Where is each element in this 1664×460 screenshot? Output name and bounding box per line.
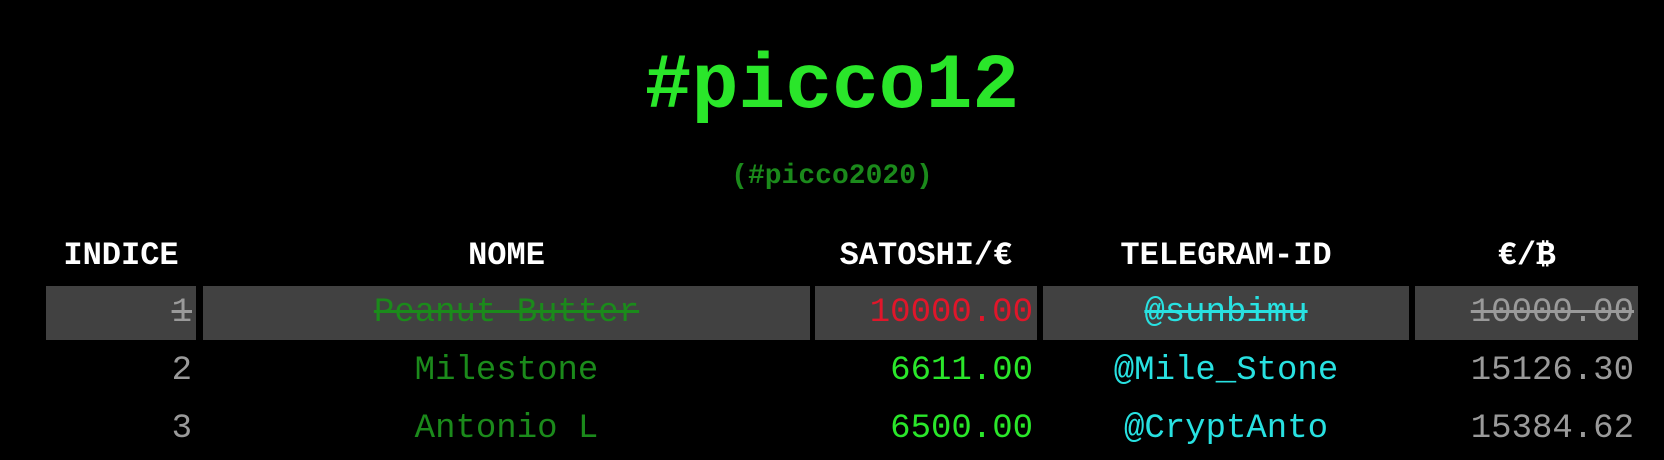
row-index: 1: [46, 286, 196, 340]
column-header-satoshi: SATOSHI/€: [839, 237, 1013, 274]
column-header-telegram-id: TELEGRAM-ID: [1120, 237, 1332, 274]
row-index: 3: [171, 410, 192, 448]
row-rate: 15126.30: [1470, 352, 1634, 390]
row-telegram-link[interactable]: @Mile_Stone: [1043, 344, 1409, 398]
column-header-nome: NOME: [468, 237, 545, 274]
column-header-indice: INDICE: [63, 237, 179, 274]
row-telegram-link[interactable]: @sunbimu: [1043, 286, 1409, 340]
row-name: Antonio L: [414, 410, 599, 448]
page-title: #picco12: [644, 43, 1020, 131]
page-subtitle: (#picco2020): [731, 161, 933, 192]
row-rate: 15384.62: [1470, 410, 1634, 448]
column-header-rate: €/₿: [1497, 237, 1556, 274]
row-index: 2: [171, 352, 192, 390]
row-satoshi: 6611.00: [890, 352, 1033, 390]
row-name: Milestone: [414, 352, 599, 390]
row-rate: 10000.00: [1415, 286, 1638, 340]
row-telegram-link[interactable]: @CryptAnto: [1043, 402, 1409, 456]
row-satoshi: 10000.00: [815, 286, 1037, 340]
row-satoshi: 6500.00: [890, 410, 1033, 448]
row-name: Peanut Butter: [203, 286, 810, 340]
